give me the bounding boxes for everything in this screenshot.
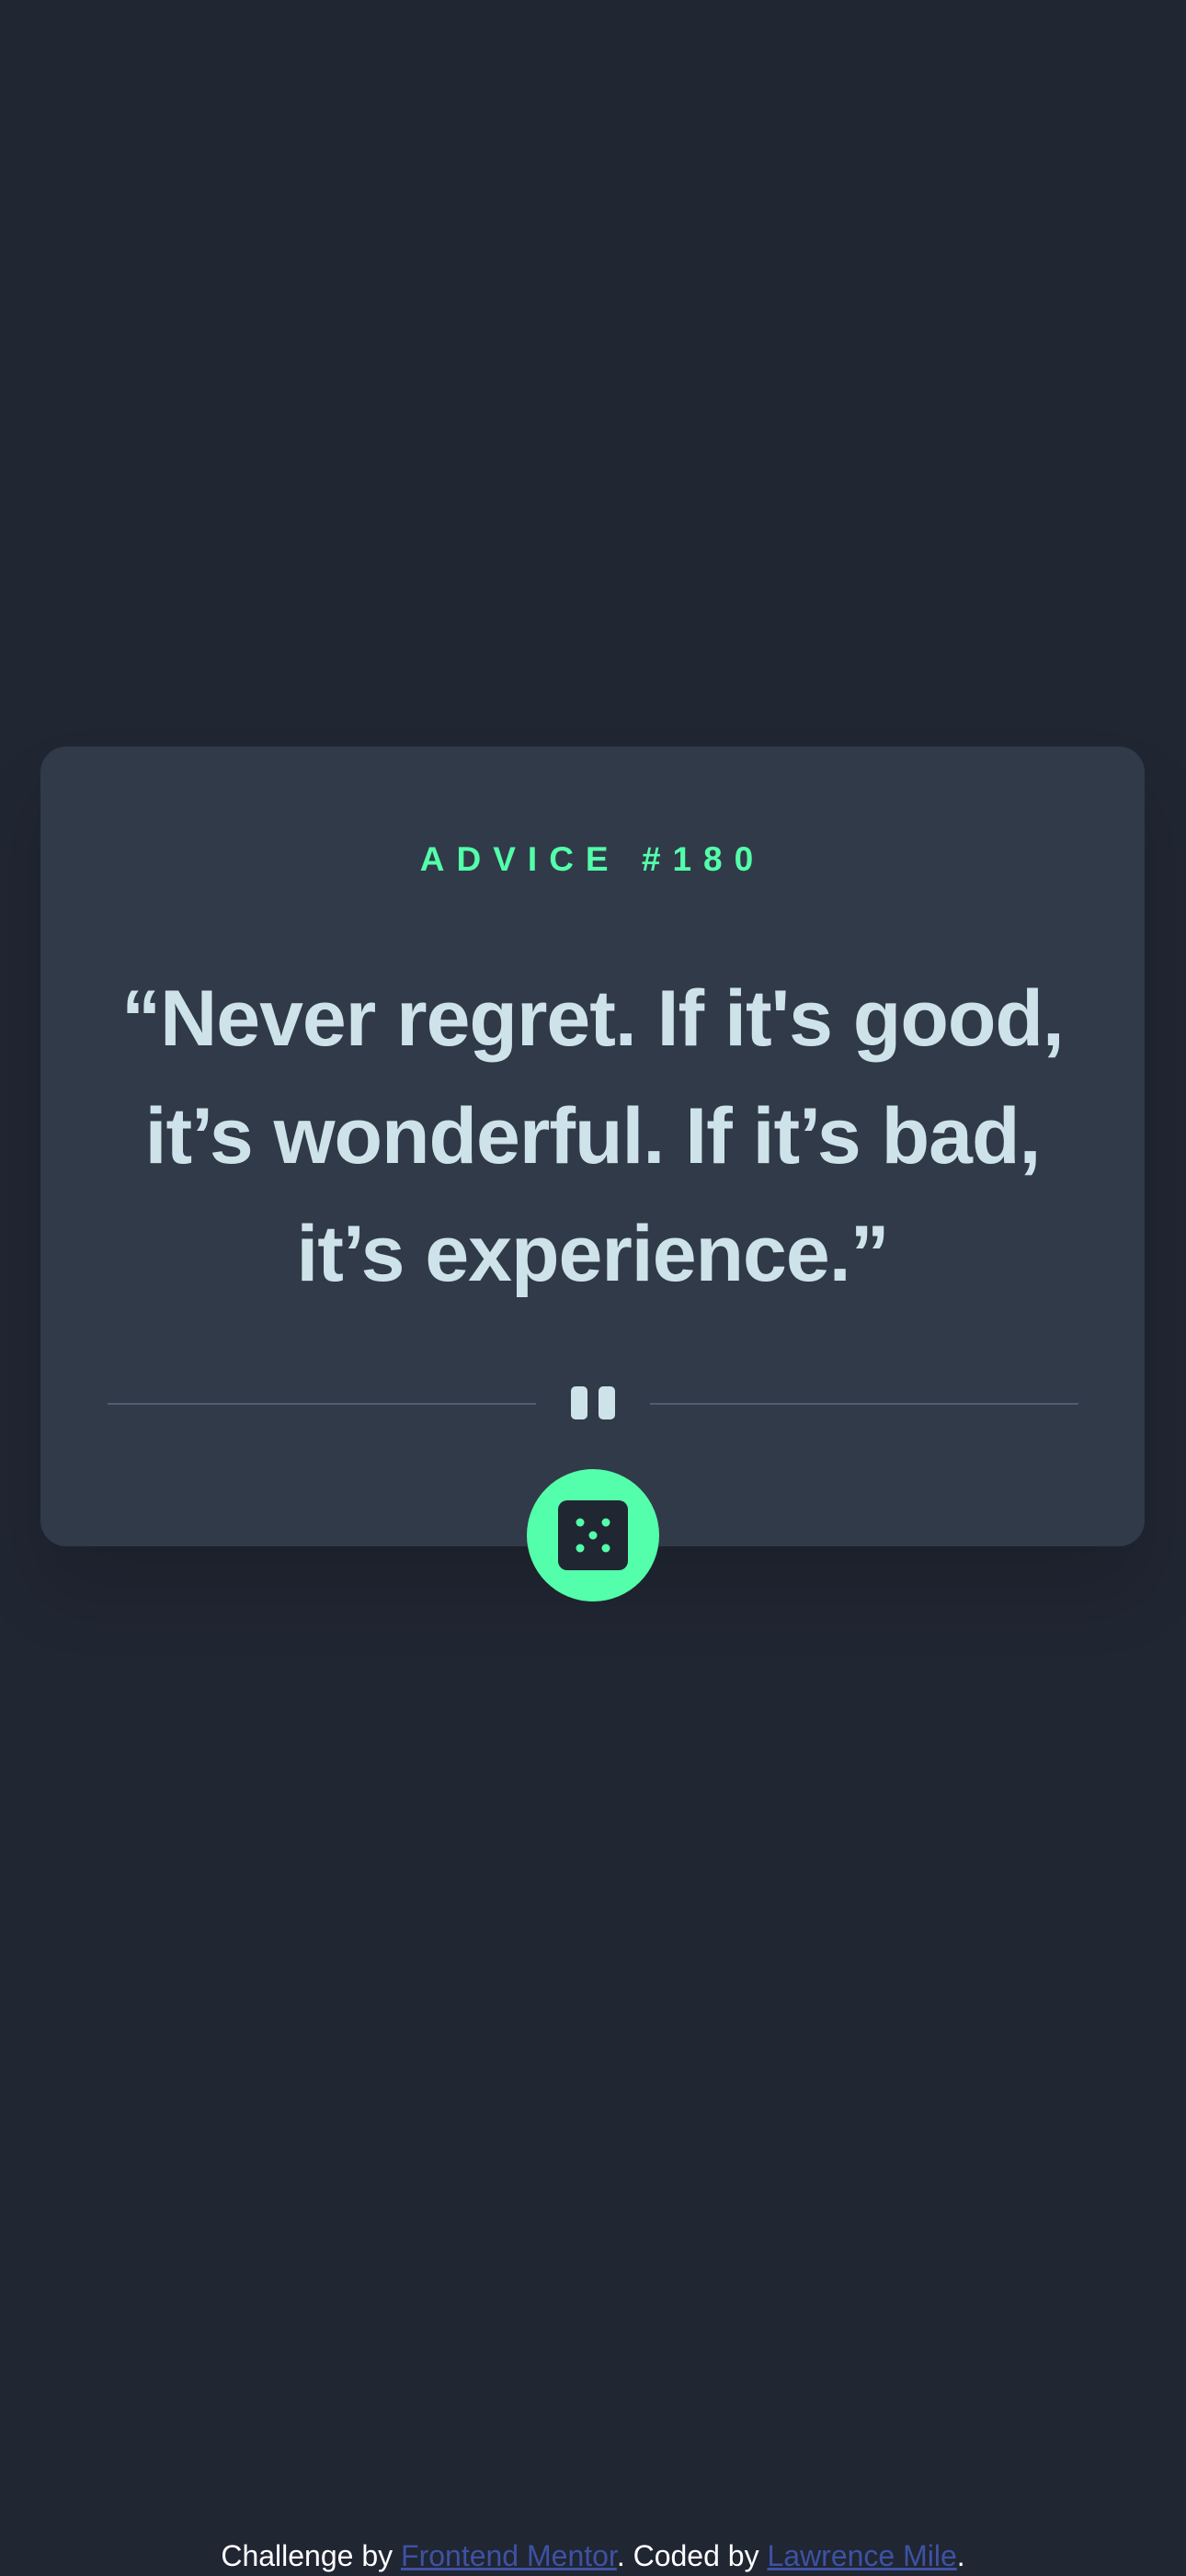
frontend-mentor-link[interactable]: Frontend Mentor bbox=[401, 2539, 617, 2572]
pause-bar-left bbox=[571, 1386, 587, 1419]
footer-suffix: . bbox=[956, 2539, 965, 2572]
new-advice-button[interactable] bbox=[527, 1469, 659, 1601]
author-link[interactable]: Lawrence Mile bbox=[767, 2539, 956, 2572]
footer-prefix: Challenge by bbox=[221, 2539, 402, 2572]
pause-bar-right bbox=[599, 1386, 615, 1419]
attribution-footer: Challenge by Frontend Mentor. Coded by L… bbox=[0, 2536, 1186, 2576]
advice-card: ADVICE #180 “Never regret. If it's good,… bbox=[40, 747, 1145, 1546]
dice-icon bbox=[558, 1500, 628, 1570]
divider-line-right bbox=[650, 1403, 1078, 1405]
advice-quote: “Never regret. If it's good, it’s wonder… bbox=[121, 975, 1065, 1298]
divider-line-left bbox=[108, 1403, 536, 1405]
footer-middle: . Coded by bbox=[616, 2539, 768, 2572]
advice-id: ADVICE #180 bbox=[419, 840, 766, 878]
